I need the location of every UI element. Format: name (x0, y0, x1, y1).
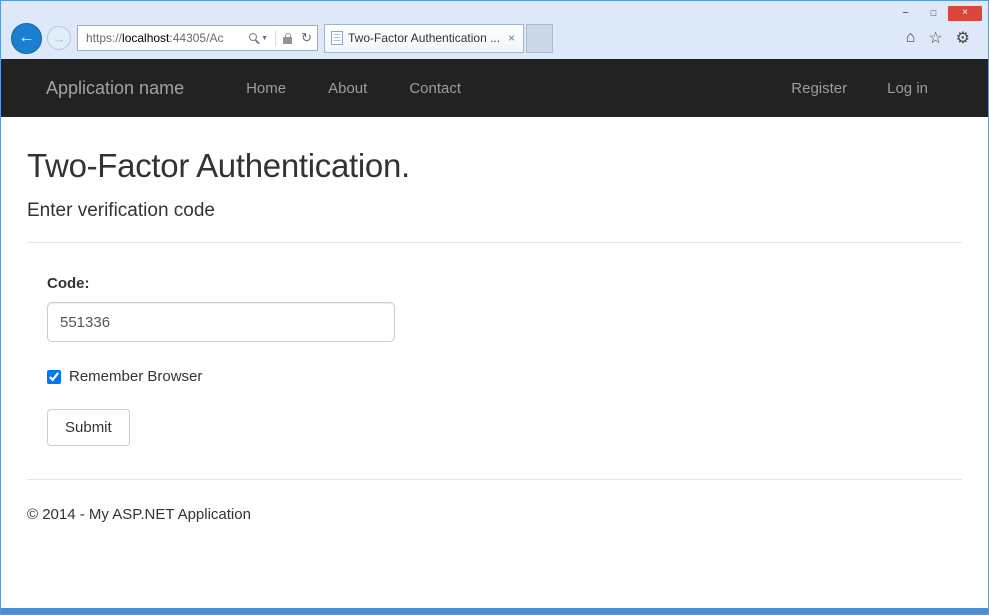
main-content: Two-Factor Authentication. Enter verific… (1, 117, 988, 608)
page-favicon-icon (331, 31, 343, 45)
refresh-icon[interactable]: ↻ (301, 30, 312, 46)
navbar-links: Home About Contact (246, 80, 461, 97)
close-button[interactable]: × (948, 6, 982, 21)
maximize-button[interactable]: □ (920, 6, 947, 21)
navbar-right-links: Register Log in (791, 80, 928, 97)
navbar-brand[interactable]: Application name (46, 78, 184, 99)
nav-link-home[interactable]: Home (246, 80, 286, 97)
back-arrow-icon: ← (19, 29, 35, 47)
nav-link-login[interactable]: Log in (887, 80, 928, 97)
code-label: Code: (47, 275, 962, 292)
nav-link-register[interactable]: Register (791, 80, 847, 97)
url-text: https://localhost:44305/Ac (86, 31, 247, 45)
remember-browser-label: Remember Browser (69, 368, 202, 385)
code-input[interactable] (47, 302, 395, 342)
nav-link-contact[interactable]: Contact (409, 80, 461, 97)
dropdown-caret-icon[interactable]: ▼ (261, 35, 268, 42)
app-navbar: Application name Home About Contact Regi… (1, 59, 988, 117)
divider-bottom (27, 479, 962, 480)
title-bar: − □ × (1, 1, 988, 22)
page-title: Two-Factor Authentication. (27, 147, 962, 185)
lock-icon (283, 37, 292, 44)
remember-browser-row: Remember Browser (47, 368, 962, 385)
page-subtitle: Enter verification code (27, 200, 962, 222)
search-icon[interactable] (249, 33, 257, 41)
tab-close-icon[interactable]: × (506, 31, 517, 45)
browser-window: − □ × ← → https://localhost:44305/Ac ▼ ↻ (0, 0, 989, 615)
new-tab-button[interactable] (526, 24, 553, 53)
page-footer: © 2014 - My ASP.NET Application (27, 506, 962, 523)
forward-arrow-icon: → (53, 31, 66, 46)
address-bar[interactable]: https://localhost:44305/Ac ▼ ↻ (77, 25, 318, 51)
home-icon[interactable]: ⌂ (906, 29, 916, 47)
tab-title: Two-Factor Authentication ... (348, 31, 501, 45)
browser-toolbar: ⌂ ☆ ⚙ (906, 28, 978, 48)
window-bottom-border (1, 608, 988, 614)
nav-link-about[interactable]: About (328, 80, 367, 97)
minimize-button[interactable]: − (892, 6, 919, 21)
submit-button[interactable]: Submit (47, 409, 130, 446)
navigation-row: ← → https://localhost:44305/Ac ▼ ↻ (1, 22, 988, 59)
browser-tab[interactable]: Two-Factor Authentication ... × (324, 24, 524, 53)
tfa-form: Code: Remember Browser Submit (47, 275, 962, 446)
remember-browser-checkbox[interactable] (47, 370, 61, 384)
favorites-star-icon[interactable]: ☆ (928, 28, 942, 48)
address-bar-divider (275, 30, 276, 46)
forward-button[interactable]: → (47, 26, 71, 50)
browser-chrome: − □ × ← → https://localhost:44305/Ac ▼ ↻ (1, 1, 988, 59)
back-button[interactable]: ← (11, 23, 42, 54)
divider-top (27, 242, 962, 243)
settings-gear-icon[interactable]: ⚙ (956, 28, 970, 48)
